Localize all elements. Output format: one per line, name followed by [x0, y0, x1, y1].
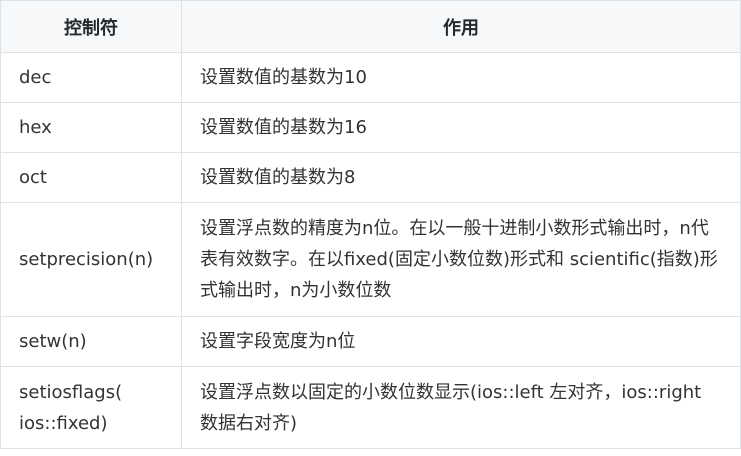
- effect-cell: 设置数值的基数为16: [181, 102, 741, 153]
- manipulator-cell: oct: [0, 152, 182, 203]
- table-row: setw(n) 设置字段宽度为n位: [0, 316, 741, 367]
- manipulator-cell: setprecision(n): [0, 202, 182, 317]
- effect-cell: 设置浮点数以固定的小数位数显示(ios::left 左对齐，ios::right…: [181, 366, 741, 449]
- manipulator-cell: setw(n): [0, 316, 182, 367]
- table-row: setiosflags( ios::fixed) 设置浮点数以固定的小数位数显示…: [0, 366, 741, 449]
- manipulator-cell: setiosflags( ios::fixed): [0, 366, 182, 449]
- header-manipulator: 控制符: [0, 0, 182, 53]
- table-row: setprecision(n) 设置浮点数的精度为n位。在以一般十进制小数形式输…: [0, 202, 741, 317]
- effect-cell: 设置数值的基数为10: [181, 52, 741, 103]
- table-header-row: 控制符 作用: [0, 0, 741, 53]
- table-row: hex 设置数值的基数为16: [0, 102, 741, 153]
- header-effect: 作用: [181, 0, 741, 53]
- table-row: dec 设置数值的基数为10: [0, 52, 741, 103]
- table-row: oct 设置数值的基数为8: [0, 152, 741, 203]
- manipulator-cell: dec: [0, 52, 182, 103]
- effect-cell: 设置浮点数的精度为n位。在以一般十进制小数形式输出时，n代表有效数字。在以fix…: [181, 202, 741, 317]
- effect-cell: 设置数值的基数为8: [181, 152, 741, 203]
- effect-cell: 设置字段宽度为n位: [181, 316, 741, 367]
- manipulator-table: 控制符 作用 dec 设置数值的基数为10 hex 设置数值的基数为16 oct…: [0, 0, 741, 449]
- manipulator-cell: hex: [0, 102, 182, 153]
